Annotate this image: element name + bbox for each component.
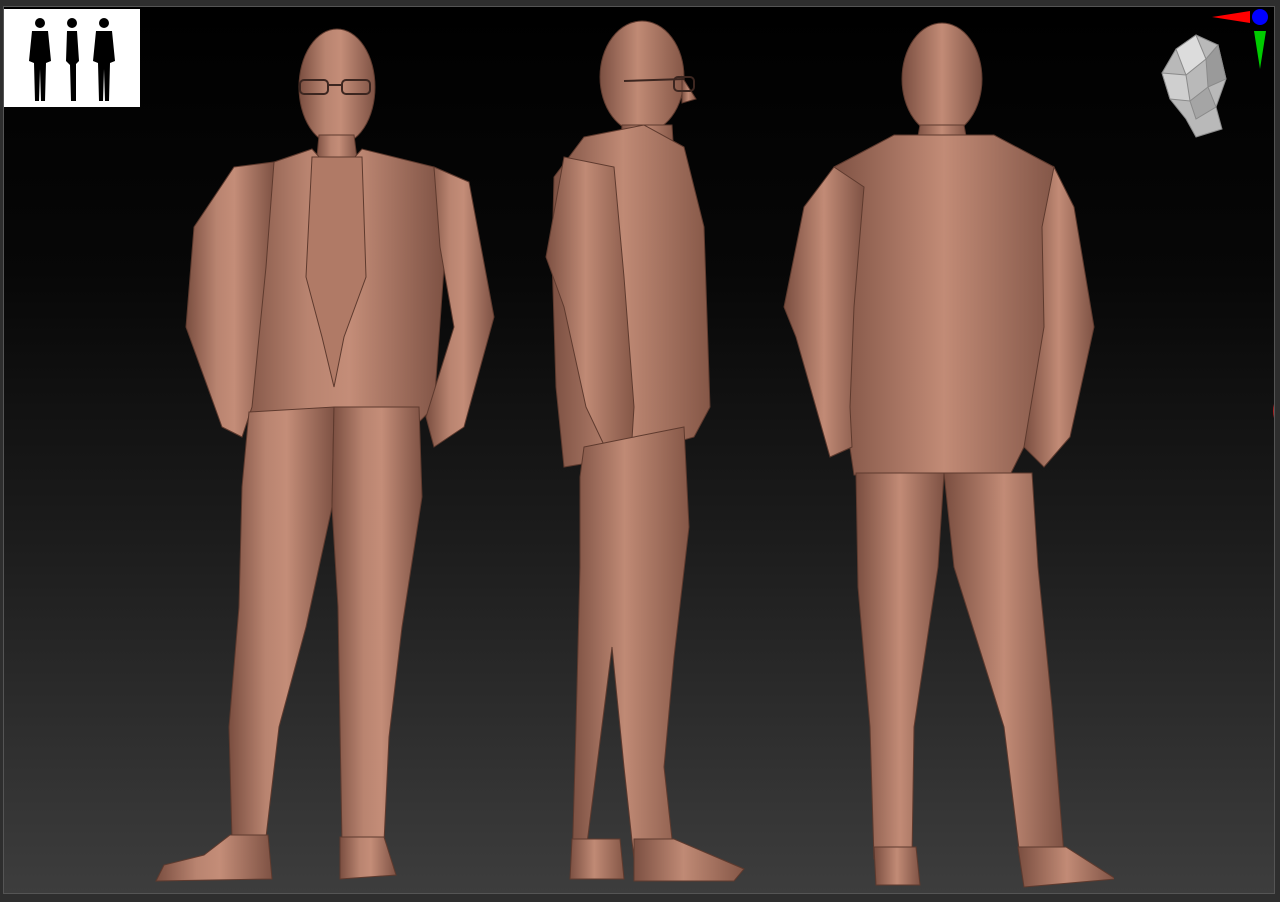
y-axis-arrow-icon [1254, 31, 1266, 69]
shoe-back [569, 838, 625, 880]
silhouette-side [66, 18, 79, 101]
model-side-view[interactable] [524, 7, 764, 893]
pant-legs [571, 426, 690, 868]
shoe-right [1017, 846, 1114, 888]
pant-leg-right [943, 472, 1065, 858]
silhouette-front [29, 18, 51, 101]
silhouette-views-icon [29, 18, 115, 101]
pant-leg-left [228, 406, 335, 840]
viewport-edge-handle[interactable] [1268, 395, 1274, 427]
pant-leg-left [855, 472, 945, 860]
model-back-view[interactable] [774, 7, 1114, 893]
shoe-left [873, 846, 921, 886]
head [599, 20, 685, 134]
shoe-front [633, 838, 745, 882]
model-front-view[interactable] [134, 7, 514, 893]
zbrush-viewport[interactable] [3, 6, 1275, 894]
z-axis-dot-icon [1252, 9, 1268, 25]
silhouette-back [93, 18, 115, 101]
head [901, 22, 983, 136]
shoe-left [155, 834, 273, 882]
x-axis-arrow-icon [1212, 11, 1250, 23]
shoe-right [339, 836, 397, 880]
silhouette-thumbnail[interactable] [4, 9, 140, 107]
head [298, 28, 376, 146]
orientation-head-icon[interactable] [1156, 29, 1232, 141]
pant-leg-right [331, 406, 423, 844]
